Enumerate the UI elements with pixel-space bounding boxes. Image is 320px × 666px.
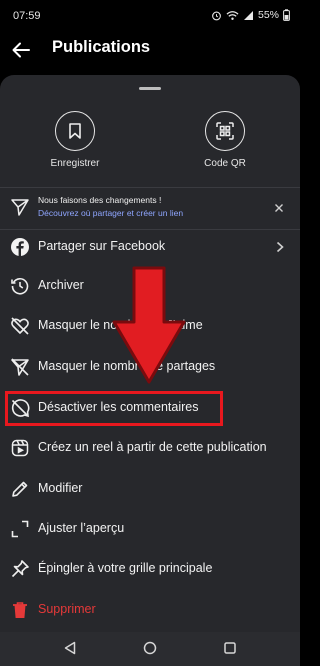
facebook-icon bbox=[10, 237, 30, 257]
notice-link[interactable]: Découvrez où partager et créer un lien bbox=[38, 208, 183, 218]
adjust-preview-item[interactable]: Ajuster l’aperçu bbox=[0, 509, 300, 549]
qr-code-label: Code QR bbox=[204, 158, 246, 169]
heart-slash-icon bbox=[10, 316, 30, 336]
pin-icon bbox=[10, 559, 30, 579]
qr-code-icon bbox=[205, 111, 245, 151]
divider bbox=[0, 187, 300, 188]
save-button[interactable]: Enregistrer bbox=[35, 111, 115, 169]
wifi-icon bbox=[226, 10, 239, 21]
page-title: Publications bbox=[52, 38, 151, 56]
chevron-right-icon bbox=[276, 240, 284, 258]
status-bar: 07:59 55% bbox=[0, 0, 300, 34]
pin-to-grid-item[interactable]: Épingler à votre grille principale bbox=[0, 549, 300, 589]
edit-item[interactable]: Modifier bbox=[0, 469, 300, 509]
close-icon[interactable] bbox=[274, 200, 284, 218]
menu-label: Supprimer bbox=[38, 602, 96, 616]
save-label: Enregistrer bbox=[50, 158, 100, 169]
drag-handle[interactable] bbox=[139, 87, 161, 90]
create-reel-item[interactable]: Créez un reel à partir de cette publicat… bbox=[0, 428, 300, 468]
changes-notice: Nous faisons des changements ! Découvrez… bbox=[0, 189, 300, 229]
send-slash-icon bbox=[10, 357, 30, 377]
menu-label: Archiver bbox=[38, 278, 84, 292]
highlight-box bbox=[5, 391, 223, 426]
bookmark-icon bbox=[55, 111, 95, 151]
crop-icon bbox=[10, 519, 30, 539]
share-facebook-item[interactable]: Partager sur Facebook bbox=[0, 227, 300, 267]
back-arrow-icon[interactable] bbox=[10, 39, 32, 61]
recents-square-icon[interactable] bbox=[223, 641, 237, 660]
home-circle-icon[interactable] bbox=[143, 641, 157, 660]
battery-icon bbox=[283, 9, 290, 21]
archive-icon bbox=[10, 276, 30, 296]
signal-icon bbox=[243, 10, 254, 21]
menu-label: Ajuster l’aperçu bbox=[38, 521, 125, 535]
battery-level: 55% bbox=[257, 9, 279, 21]
notice-title: Nous faisons des changements ! bbox=[38, 195, 162, 205]
delete-item[interactable]: Supprimer bbox=[0, 590, 300, 630]
navigation-bar bbox=[0, 632, 300, 666]
menu-label: Épingler à votre grille principale bbox=[38, 561, 213, 575]
qr-code-button[interactable]: Code QR bbox=[185, 111, 265, 169]
arrow-down-icon bbox=[112, 266, 186, 384]
back-triangle-icon[interactable] bbox=[63, 641, 77, 660]
app-header: Publications bbox=[0, 34, 300, 64]
pencil-icon bbox=[10, 479, 30, 499]
trash-icon bbox=[10, 600, 30, 620]
reel-icon bbox=[10, 438, 30, 458]
alarm-icon bbox=[211, 10, 222, 21]
status-icons: 55% bbox=[211, 9, 290, 21]
menu-label: Modifier bbox=[38, 481, 83, 495]
status-time: 07:59 bbox=[13, 10, 41, 22]
send-icon bbox=[10, 197, 30, 222]
menu-label: Partager sur Facebook bbox=[38, 239, 166, 253]
menu-label: Créez un reel à partir de cette publicat… bbox=[38, 440, 267, 454]
